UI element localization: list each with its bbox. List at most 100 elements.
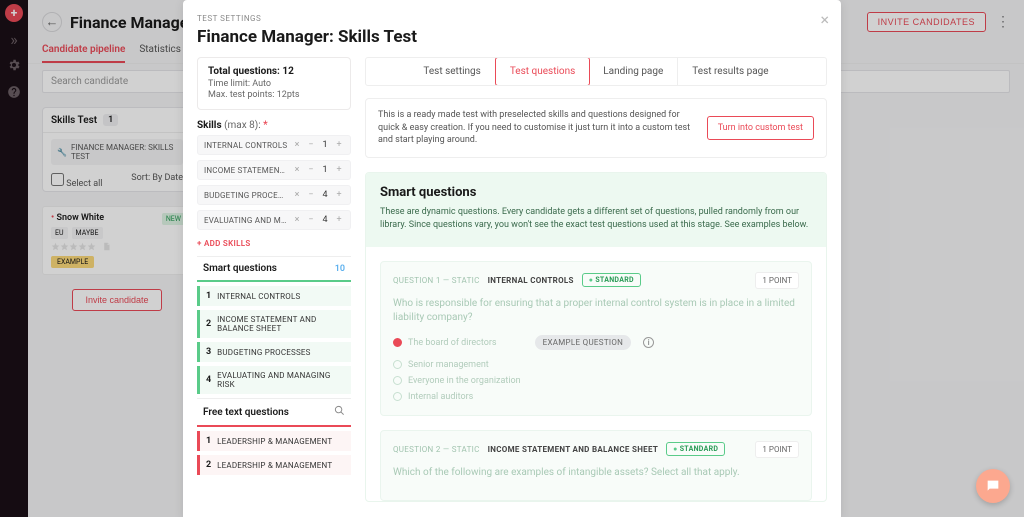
smart-panel-desc: These are dynamic questions. Every candi… [380, 206, 812, 233]
decrease-icon[interactable]: − [306, 190, 316, 200]
increase-icon[interactable]: + [334, 165, 344, 175]
ready-made-notice: This is a ready made test with preselect… [365, 98, 827, 158]
item-number: 3 [206, 347, 211, 357]
modal-right-column: Test settings Test questions Landing pag… [359, 57, 841, 517]
question-skill: INTERNAL CONTROLS [488, 276, 574, 285]
question-meta: QUESTION 1 — STATIC [393, 276, 480, 285]
radio-icon [393, 376, 402, 385]
summary-card: Total questions: 12 Time limit: Auto Max… [197, 57, 351, 110]
smart-questions-label: Smart questions [203, 263, 277, 274]
smart-question-item[interactable]: 2 INCOME STATEMENT AND BALANCE SHEET [197, 310, 351, 338]
decrease-icon[interactable]: − [306, 215, 316, 225]
remove-skill-icon[interactable]: × [292, 190, 302, 200]
question-meta: QUESTION 2 — STATIC [393, 445, 480, 454]
skill-name: INCOME STATEMENT AND B… [204, 166, 288, 175]
item-title: INTERNAL CONTROLS [217, 292, 300, 301]
answer-option[interactable]: Senior management [393, 357, 799, 373]
add-skills-link[interactable]: + ADD SKILLS [197, 235, 351, 256]
free-text-item[interactable]: 1 LEADERSHIP & MANAGEMENT [197, 431, 351, 451]
item-number: 2 [206, 460, 211, 470]
item-number: 1 [206, 436, 211, 446]
close-icon[interactable]: × [820, 10, 829, 29]
modal-left-column: Total questions: 12 Time limit: Auto Max… [183, 57, 359, 517]
remove-skill-icon[interactable]: × [292, 165, 302, 175]
skills-heading-a: Skills [197, 120, 224, 131]
answer-option[interactable]: The board of directors [393, 335, 497, 351]
smart-questions-panel: Smart questions These are dynamic questi… [365, 172, 827, 502]
skill-row: BUDGETING PROCESSES × − 4 + [197, 185, 351, 205]
item-number: 4 [206, 375, 211, 385]
smart-question-item[interactable]: 1 INTERNAL CONTROLS [197, 286, 351, 306]
answer-option[interactable]: Internal auditors [393, 389, 799, 405]
ready-text: This is a ready made test with preselect… [378, 109, 693, 147]
time-limit: Time limit: Auto [208, 79, 340, 89]
option-label: The board of directors [408, 338, 497, 348]
tab-test-results[interactable]: Test results page [678, 58, 782, 85]
increase-icon[interactable]: + [334, 215, 344, 225]
skill-row: INCOME STATEMENT AND B… × − 1 + [197, 160, 351, 180]
difficulty-badge: STANDARD [582, 273, 641, 287]
info-icon[interactable]: i [643, 337, 654, 348]
skill-name: EVALUATING AND MANAGIN… [204, 216, 288, 225]
tab-landing-page[interactable]: Landing page [589, 58, 678, 85]
skill-count: 4 [320, 215, 330, 225]
chat-icon [985, 478, 1001, 494]
chat-fab[interactable] [976, 469, 1010, 503]
points-badge: 1 POINT [755, 441, 799, 458]
radio-icon [393, 392, 402, 401]
radio-icon [393, 338, 402, 347]
example-question-badge: EXAMPLE QUESTION [535, 335, 632, 350]
smart-question-item[interactable]: 4 EVALUATING AND MANAGING RISK [197, 366, 351, 394]
skills-heading-b: (max 8): [224, 120, 263, 131]
smart-questions-header[interactable]: Smart questions 10 [197, 256, 351, 282]
skill-name: BUDGETING PROCESSES [204, 191, 288, 200]
tab-test-settings[interactable]: Test settings [409, 58, 495, 85]
radio-icon [393, 360, 402, 369]
skill-row: EVALUATING AND MANAGIN… × − 4 + [197, 210, 351, 230]
item-title: LEADERSHIP & MANAGEMENT [217, 461, 332, 470]
option-label: Senior management [408, 360, 489, 370]
skill-count: 1 [320, 140, 330, 150]
remove-skill-icon[interactable]: × [292, 215, 302, 225]
skill-row: INTERNAL CONTROLS × − 1 + [197, 135, 351, 155]
answer-option[interactable]: Everyone in the organization [393, 373, 799, 389]
turn-into-custom-button[interactable]: Turn into custom test [707, 116, 814, 140]
skill-count: 4 [320, 190, 330, 200]
smart-question-item[interactable]: 3 BUDGETING PROCESSES [197, 342, 351, 362]
decrease-icon[interactable]: − [306, 165, 316, 175]
modal-kicker: TEST SETTINGS [197, 14, 827, 23]
points-badge: 1 POINT [755, 272, 799, 289]
skill-name: INTERNAL CONTROLS [204, 141, 288, 150]
decrease-icon[interactable]: − [306, 140, 316, 150]
search-icon[interactable] [334, 405, 345, 419]
total-questions: Total questions: 12 [208, 66, 340, 77]
item-title: LEADERSHIP & MANAGEMENT [217, 437, 332, 446]
question-card: QUESTION 1 — STATIC INTERNAL CONTROLS ST… [380, 261, 812, 416]
modal-title: Finance Manager: Skills Test [197, 27, 827, 47]
increase-icon[interactable]: + [334, 190, 344, 200]
modal-header: TEST SETTINGS Finance Manager: Skills Te… [183, 0, 841, 57]
item-title: INCOME STATEMENT AND BALANCE SHEET [217, 315, 345, 333]
option-label: Everyone in the organization [408, 376, 521, 386]
item-number: 1 [206, 291, 211, 301]
item-title: BUDGETING PROCESSES [217, 348, 310, 357]
free-text-header[interactable]: Free text questions [197, 398, 351, 427]
question-card: QUESTION 2 — STATIC INCOME STATEMENT AND… [380, 430, 812, 501]
item-number: 2 [206, 319, 211, 329]
question-text: Which of the following are examples of i… [393, 466, 799, 480]
test-settings-modal: × TEST SETTINGS Finance Manager: Skills … [183, 0, 841, 517]
option-label: Internal auditors [408, 392, 473, 402]
smart-questions-count: 10 [335, 264, 345, 274]
remove-skill-icon[interactable]: × [292, 140, 302, 150]
tab-test-questions[interactable]: Test questions [495, 57, 590, 86]
max-points: Max. test points: 12pts [208, 90, 340, 100]
item-title: EVALUATING AND MANAGING RISK [217, 371, 345, 389]
skill-count: 1 [320, 165, 330, 175]
increase-icon[interactable]: + [334, 140, 344, 150]
free-text-label: Free text questions [203, 407, 289, 418]
modal-tabs: Test settings Test questions Landing pag… [365, 57, 827, 86]
question-text: Who is responsible for ensuring that a p… [393, 297, 799, 325]
skills-heading: Skills (max 8): * [197, 120, 351, 131]
smart-panel-title: Smart questions [380, 185, 812, 200]
free-text-item[interactable]: 2 LEADERSHIP & MANAGEMENT [197, 455, 351, 475]
